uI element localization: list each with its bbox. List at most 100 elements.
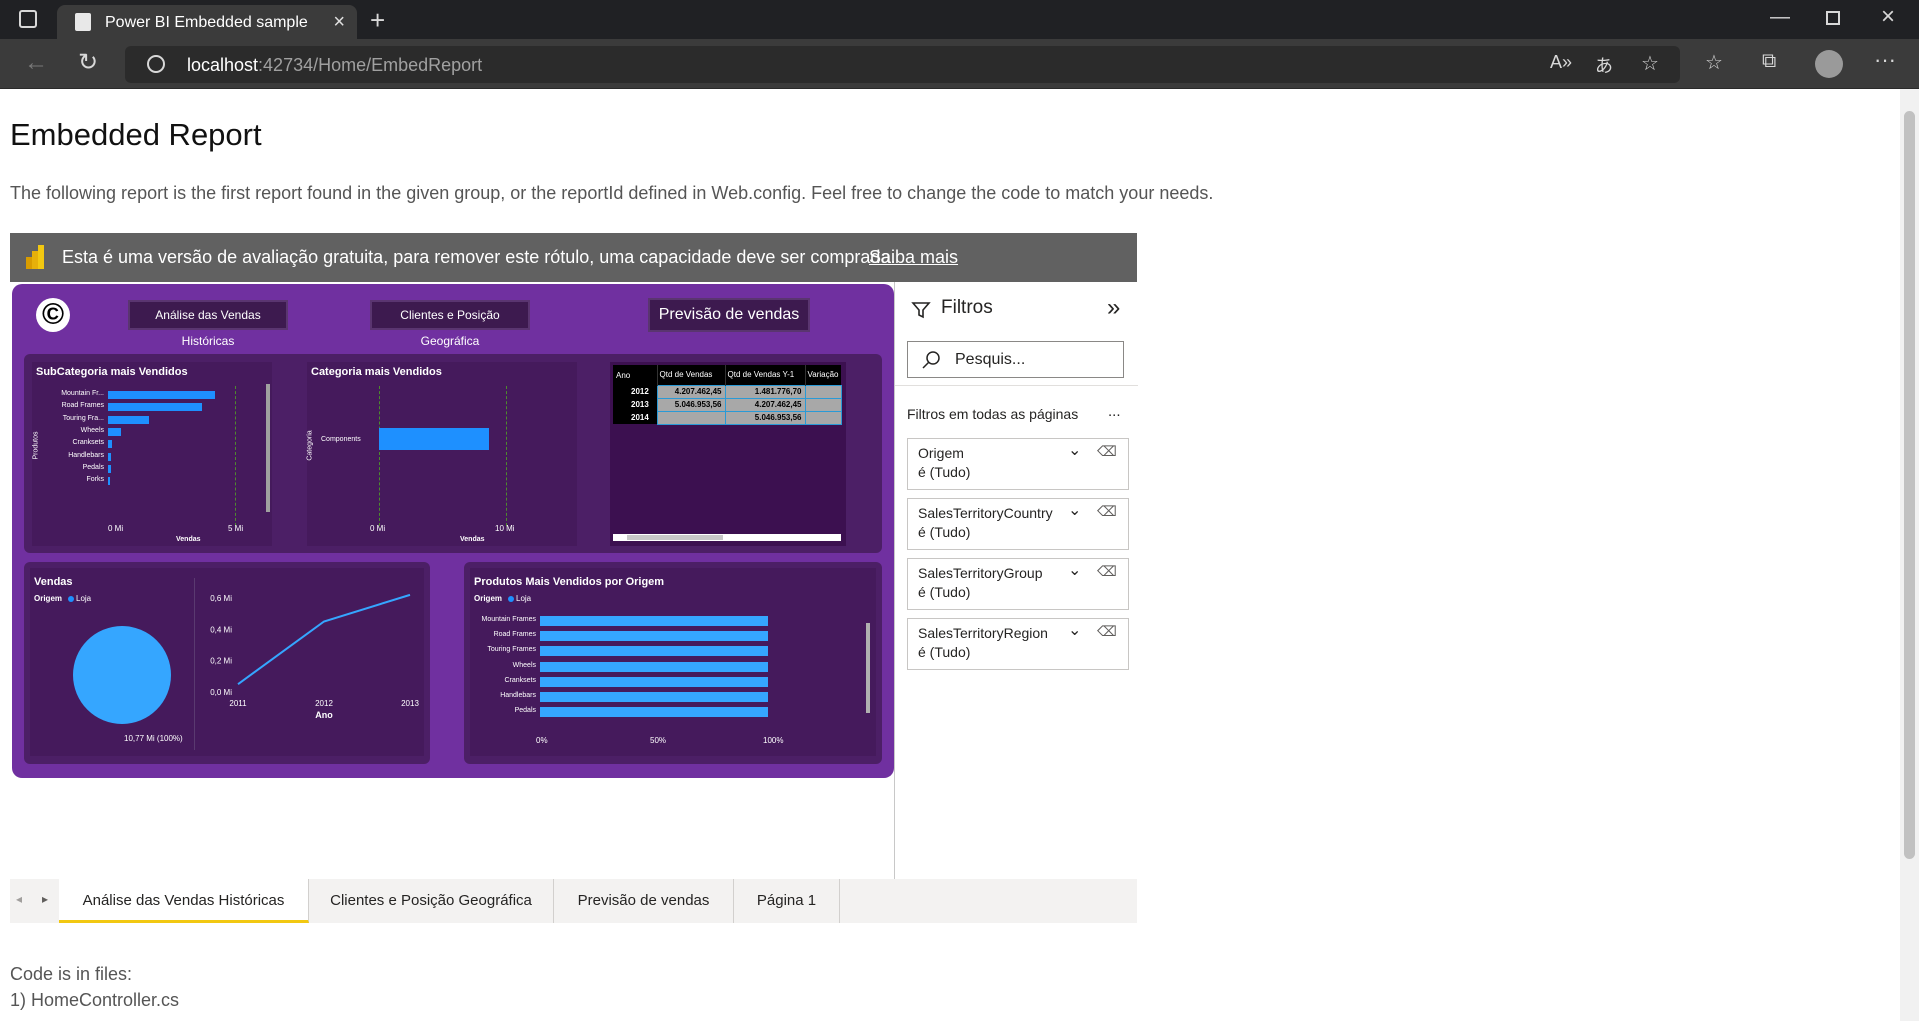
page-scrollbar-thumb[interactable]: [1904, 111, 1915, 859]
nav-button-customers-geo[interactable]: Clientes e Posição Geográfica: [370, 300, 530, 348]
tab-page-1[interactable]: Página 1: [734, 879, 840, 923]
vendas-line-chart[interactable]: 0,6 Mi 0,4 Mi 0,2 Mi 0,0 Mi 2011 2012 2013 Ano: [190, 588, 420, 756]
chevron-down-icon[interactable]: ⌄: [1068, 560, 1081, 580]
site-info-icon[interactable]: [147, 55, 165, 73]
chevron-down-icon[interactable]: ⌄: [1068, 620, 1081, 640]
table-header-cell[interactable]: Qtd de Vendas Y-1: [725, 365, 806, 385]
produtos-bar[interactable]: [540, 692, 768, 702]
subcategory-bar[interactable]: [108, 403, 202, 412]
subcategory-bar[interactable]: [108, 427, 121, 436]
collapse-filters-icon[interactable]: »: [1107, 294, 1120, 322]
subcategory-bar[interactable]: [108, 464, 111, 473]
table-cell: [656, 410, 726, 425]
produtos-bar[interactable]: [540, 646, 768, 657]
produtos-bar[interactable]: [540, 661, 768, 672]
nav-button-historical-sales[interactable]: Análise das Vendas Históricas: [128, 300, 288, 348]
produtos-chart-title: Produtos Mais Vendidos por Origem: [474, 576, 665, 588]
produtos-chart[interactable]: Produtos Mais Vendidos por Origem Origem…: [470, 568, 876, 756]
table-hscroll-thumb[interactable]: [627, 535, 723, 540]
filter-card-origem[interactable]: Origem é (Tudo) ⌄ ⌫: [907, 438, 1129, 490]
tab-customers-geo[interactable]: Clientes e Posição Geográfica: [309, 879, 554, 923]
chevron-down-icon[interactable]: ⌄: [1068, 440, 1081, 460]
produtos-bar[interactable]: [540, 707, 768, 718]
close-tab-icon[interactable]: ×: [333, 11, 345, 34]
vendas-chart[interactable]: Vendas Origem Loja 10,77 Mi (100%) 0,6 M…: [30, 568, 424, 756]
produtos-legend-item: Loja: [516, 594, 532, 603]
browser-tab[interactable]: Power BI Embedded sample ×: [57, 5, 357, 39]
produtos-legend-title: Origem: [474, 594, 503, 603]
sales-table[interactable]: Ano Qtd de Vendas Qtd de Vendas Y-1 Vari…: [610, 362, 846, 546]
subcategory-scrollbar[interactable]: [266, 384, 270, 512]
filters-more-icon[interactable]: ...: [1108, 403, 1121, 420]
subcategory-bar[interactable]: [108, 452, 112, 461]
filter-card-value: é (Tudo): [918, 584, 971, 600]
browser-toolbar: ← ↻ localhost:42734/Home/EmbedReport A» …: [0, 39, 1919, 89]
learn-more-link[interactable]: Saiba mais: [869, 247, 958, 268]
prev-page-icon[interactable]: ◂: [16, 892, 22, 906]
subcategory-chart[interactable]: SubCategoria mais Vendidos Produtos Moun…: [32, 362, 272, 546]
tab-historical-sales[interactable]: Análise das Vendas Históricas: [59, 879, 309, 923]
table-row: 2014 5.046.953,56: [613, 410, 842, 425]
filter-card-country[interactable]: SalesTerritoryCountry é (Tudo) ⌄ ⌫: [907, 498, 1129, 550]
subcategory-tick-label: Wheels: [80, 426, 104, 434]
copyright-symbol: ©: [41, 298, 65, 331]
produtos-bar[interactable]: [540, 676, 768, 687]
add-favorite-icon[interactable]: ☆: [1641, 51, 1659, 76]
filters-pane: Filtros » Pesquis... Filtros em todas as…: [894, 282, 1138, 879]
produtos-scrollbar[interactable]: [866, 623, 870, 713]
page-scrollbar[interactable]: [1900, 89, 1919, 1021]
table-header-cell[interactable]: Ano: [613, 365, 658, 385]
subcategory-bar[interactable]: [108, 415, 149, 424]
eraser-icon[interactable]: ⌫: [1097, 503, 1117, 520]
chevron-down-icon[interactable]: ⌄: [1068, 500, 1081, 520]
category-bar[interactable]: [379, 428, 489, 450]
vendas-legend-item: Loja: [76, 594, 92, 603]
filter-card-value: é (Tudo): [918, 524, 971, 540]
produtos-bar[interactable]: [540, 631, 768, 642]
filter-search-input[interactable]: Pesquis...: [907, 341, 1124, 378]
category-chart[interactable]: Categoria mais Vendidos Categoria Compon…: [307, 362, 577, 546]
restore-icon[interactable]: [1826, 11, 1840, 25]
table-header-cell[interactable]: Variação: [805, 365, 841, 385]
subcategory-gridline: [235, 386, 236, 526]
collections-icon[interactable]: ⧉: [1762, 50, 1776, 73]
filter-card-group[interactable]: SalesTerritoryGroup é (Tudo) ⌄ ⌫: [907, 558, 1129, 610]
back-icon[interactable]: ←: [24, 49, 48, 77]
vendas-pie-slice[interactable]: [73, 626, 171, 724]
refresh-icon[interactable]: ↻: [78, 48, 98, 77]
profile-avatar-icon[interactable]: [1815, 50, 1843, 78]
tab-actions-icon[interactable]: [19, 10, 37, 28]
table-cell: 4.207.462,45: [656, 384, 726, 399]
nav-button-sales-forecast[interactable]: Previsão de vendas: [648, 298, 810, 332]
subcategory-xlabel: Vendas: [176, 536, 201, 543]
subcategory-tick-label: Cranksets: [72, 439, 104, 447]
close-window-icon[interactable]: ×: [1881, 3, 1895, 31]
vendas-series-line[interactable]: [237, 593, 411, 685]
produtos-bar[interactable]: [540, 616, 768, 626]
more-menu-icon[interactable]: ···: [1874, 47, 1896, 73]
category-xlabel: Vendas: [460, 536, 485, 543]
table-header-cell[interactable]: Qtd de Vendas: [657, 365, 726, 385]
vendas-xlabel: Ano: [315, 710, 333, 720]
filter-card-name: SalesTerritoryCountry: [918, 505, 1053, 521]
tab-sales-forecast[interactable]: Previsão de vendas: [554, 879, 734, 923]
table-cell: [804, 384, 842, 399]
address-bar[interactable]: localhost:42734/Home/EmbedReport A» あ ☆: [125, 46, 1680, 83]
subcategory-bar[interactable]: [108, 477, 110, 486]
subcategory-bar[interactable]: [108, 391, 215, 399]
subcategory-bar[interactable]: [108, 440, 112, 449]
translate-icon[interactable]: あ: [1595, 52, 1613, 78]
filter-card-region[interactable]: SalesTerritoryRegion é (Tudo) ⌄ ⌫: [907, 618, 1129, 670]
table-cell: [804, 397, 842, 412]
minimize-icon[interactable]: —: [1770, 6, 1790, 29]
copyright-logo-icon[interactable]: ©: [36, 298, 70, 332]
eraser-icon[interactable]: ⌫: [1097, 563, 1117, 580]
eraser-icon[interactable]: ⌫: [1097, 623, 1117, 640]
page-description: The following report is the first report…: [10, 183, 1214, 203]
next-page-icon[interactable]: ▸: [42, 892, 48, 906]
eraser-icon[interactable]: ⌫: [1097, 443, 1117, 460]
table-hscrollbar[interactable]: [613, 534, 841, 541]
read-aloud-icon[interactable]: A»: [1550, 52, 1572, 73]
new-tab-icon[interactable]: +: [370, 5, 385, 36]
favorites-icon[interactable]: ☆: [1705, 50, 1723, 75]
